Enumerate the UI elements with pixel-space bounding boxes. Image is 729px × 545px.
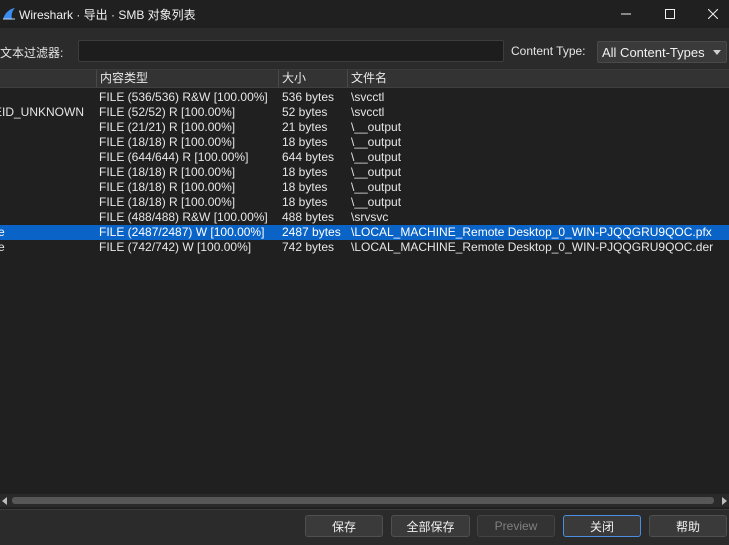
row-filename-cell: \svcctl	[351, 90, 385, 104]
title-bar: Wireshark · 导出 · SMB 对象列表	[0, 0, 729, 28]
table-row[interactable]: EID_UNKNOWN FILE (52/52) R [100.00%] 52 by…	[0, 105, 729, 120]
table-row[interactable]: FILE (18/18) R [100.00%] 18 bytes \__outpu…	[0, 165, 729, 180]
row-filename-cell: \__output	[351, 150, 402, 164]
row-content-type-cell: FILE (536/536) R&W [100.00%]	[99, 90, 268, 104]
table-row[interactable]: s FILE (536/536) R&W [100.00%] 536 bytes \s…	[0, 90, 729, 105]
row-hostname-cell	[0, 150, 92, 165]
row-size-cell: 52 bytes	[282, 105, 328, 119]
window-title: Wireshark · 导出 · SMB 对象列表	[19, 8, 196, 22]
row-hostname-cell	[0, 120, 92, 135]
horizontal-scrollbar[interactable]	[0, 494, 729, 507]
content-type-label: Content Type:	[511, 44, 586, 58]
row-hostname-cell: re	[0, 240, 92, 255]
row-hostname-cell	[0, 180, 92, 195]
scroll-left-arrow-icon[interactable]	[2, 497, 7, 505]
row-content-type-cell: FILE (2487/2487) W [100.00%]	[99, 225, 265, 239]
save-button[interactable]: 保存	[305, 515, 383, 537]
close-window-button[interactable]	[690, 0, 729, 28]
row-hostname-cell: s	[0, 90, 92, 105]
row-content-type-cell: FILE (18/18) R [100.00%]	[99, 135, 236, 149]
maximize-icon	[665, 9, 675, 19]
content-type-select[interactable]: All Content-Types	[597, 41, 727, 63]
row-hostname-cell	[0, 165, 92, 180]
row-size-cell: 536 bytes	[282, 90, 335, 104]
table-row[interactable]: re FILE (2487/2487) W [100.00%] 2487 bytes…	[0, 225, 729, 240]
table-row[interactable]: FILE (644/644) R [100.00%] 644 bytes \__ou…	[0, 150, 729, 165]
row-filename-cell: \__output	[351, 195, 402, 209]
row-filename-cell: \srvsvc	[351, 210, 389, 224]
text-filter-input[interactable]	[78, 40, 504, 62]
row-content-type-cell: FILE (742/742) W [100.00%]	[99, 240, 252, 254]
row-size-cell: 18 bytes	[282, 135, 328, 149]
row-filename-cell: \__output	[351, 165, 402, 179]
row-content-type-cell: FILE (18/18) R [100.00%]	[99, 195, 236, 209]
row-filename-cell: \__output	[351, 180, 402, 194]
table-row[interactable]: FILE (18/18) R [100.00%] 18 bytes \__outpu…	[0, 180, 729, 195]
row-size-cell: 18 bytes	[282, 180, 328, 194]
row-content-type-cell: FILE (52/52) R [100.00%]	[99, 105, 236, 119]
help-button[interactable]: 帮助	[649, 515, 727, 537]
table-row[interactable]: s FILE (488/488) R&W [100.00%] 488 bytes \s…	[0, 210, 729, 225]
row-filename-cell: \LOCAL_MACHINE_Remote Desktop_0_WIN-PJQQ…	[351, 225, 712, 239]
column-header-content-type[interactable]: 内容类型	[96, 70, 278, 87]
row-filename-cell: \__output	[351, 135, 402, 149]
save-all-button[interactable]: 全部保存	[391, 515, 470, 537]
row-hostname-cell: re	[0, 225, 92, 240]
row-size-cell: 2487 bytes	[282, 225, 341, 239]
table-row[interactable]: FILE (18/18) R [100.00%] 18 bytes \__outpu…	[0, 135, 729, 150]
row-content-type-cell: FILE (18/18) R [100.00%]	[99, 180, 236, 194]
table-header: 内容类型 大小 文件名	[0, 70, 729, 88]
preview-button[interactable]: Preview	[477, 515, 555, 537]
column-header-size[interactable]: 大小	[278, 70, 347, 87]
row-content-type-cell: FILE (644/644) R [100.00%]	[99, 150, 249, 164]
row-content-type-cell: FILE (488/488) R&W [100.00%]	[99, 210, 268, 224]
minimize-button[interactable]	[603, 0, 649, 28]
row-size-cell: 488 bytes	[282, 210, 335, 224]
scrollbar-thumb[interactable]	[12, 497, 714, 504]
row-filename-cell: \LOCAL_MACHINE_Remote Desktop_0_WIN-PJQQ…	[351, 240, 714, 254]
row-content-type-cell: FILE (18/18) R [100.00%]	[99, 165, 236, 179]
wireshark-fin-icon	[3, 8, 15, 20]
text-filter-label: 文本过滤器:	[0, 46, 64, 60]
column-header-hostname[interactable]	[0, 70, 96, 87]
row-hostname-cell: s	[0, 210, 92, 225]
minimize-icon	[621, 13, 631, 15]
row-hostname-cell	[0, 195, 92, 210]
row-size-cell: 18 bytes	[282, 165, 328, 179]
maximize-button[interactable]	[647, 0, 693, 28]
close-icon	[708, 9, 718, 19]
row-hostname-cell: EID_UNKNOWN	[0, 105, 85, 119]
row-size-cell: 18 bytes	[282, 195, 328, 209]
row-filename-cell: \__output	[351, 120, 402, 134]
table-row[interactable]: FILE (21/21) R [100.00%] 21 bytes \__outpu…	[0, 120, 729, 135]
row-hostname-cell	[0, 135, 92, 150]
table-row[interactable]: re FILE (742/742) W [100.00%] 742 bytes \LO…	[0, 240, 729, 255]
chevron-down-icon	[713, 50, 721, 55]
row-size-cell: 21 bytes	[282, 120, 328, 134]
close-button[interactable]: 关闭	[563, 515, 641, 537]
column-header-filename[interactable]: 文件名	[347, 70, 729, 87]
smb-object-table[interactable]: 内容类型 大小 文件名 s FILE (536/536) R&W [100.00%…	[0, 69, 729, 510]
row-size-cell: 742 bytes	[282, 240, 335, 254]
row-content-type-cell: FILE (21/21) R [100.00%]	[99, 120, 236, 134]
row-filename-cell: \svcctl	[351, 105, 385, 119]
content-type-selected: All Content-Types	[602, 44, 705, 60]
row-size-cell: 644 bytes	[282, 150, 335, 164]
table-row[interactable]: FILE (18/18) R [100.00%] 18 bytes \__outpu…	[0, 195, 729, 210]
scroll-right-arrow-icon[interactable]	[722, 497, 727, 505]
